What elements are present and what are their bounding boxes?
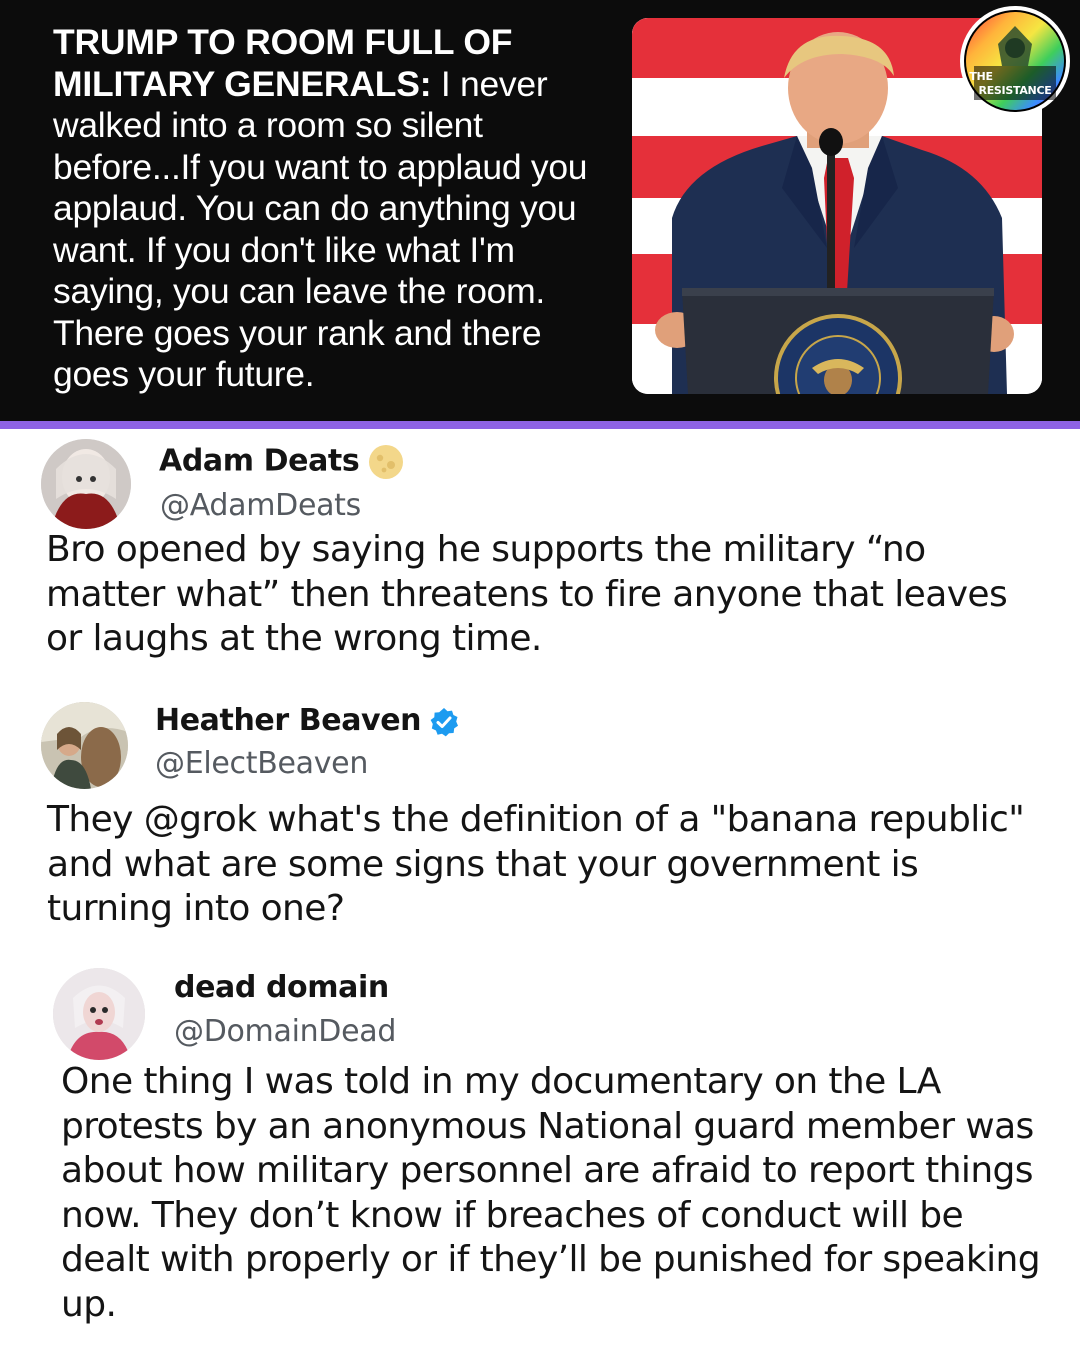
display-name-text[interactable]: Heather Beaven <box>155 703 422 738</box>
tweet-text: Bro opened by saying he supports the mil… <box>46 529 1008 659</box>
display-name-text[interactable]: dead domain <box>174 970 389 1005</box>
display-name[interactable]: Adam Deats <box>159 443 405 481</box>
display-name[interactable]: dead domain <box>174 970 389 1005</box>
headline-quote: I never walked into a room so silent bef… <box>53 63 588 395</box>
tweet-text: One thing I was told in my documentary o… <box>61 1061 1041 1325</box>
avatar[interactable] <box>53 968 145 1060</box>
headline: TRUMP TO ROOM FULL OF MILITARY GENERALS:… <box>53 22 621 396</box>
the-resistance-logo: THE RESISTANCE <box>958 4 1072 118</box>
avatar[interactable] <box>41 439 131 529</box>
avatar[interactable] <box>41 702 128 789</box>
accent-divider <box>0 421 1080 429</box>
verified-check-icon <box>429 707 459 737</box>
logo-text-the: THE <box>969 70 993 83</box>
display-name[interactable]: Heather Beaven <box>155 703 459 738</box>
header-banner: TRUMP TO ROOM FULL OF MILITARY GENERALS:… <box>0 0 1080 421</box>
user-handle[interactable]: @ElectBeaven <box>155 746 368 781</box>
logo-text-resistance: RESISTANCE <box>978 84 1052 97</box>
user-handle[interactable]: @DomainDead <box>174 1014 396 1049</box>
user-handle[interactable]: @AdamDeats <box>160 488 361 523</box>
tweet-text: They @grok what's the definition of a "b… <box>47 799 1025 929</box>
display-name-text[interactable]: Adam Deats <box>159 444 360 479</box>
moon-emoji-icon <box>367 443 405 481</box>
